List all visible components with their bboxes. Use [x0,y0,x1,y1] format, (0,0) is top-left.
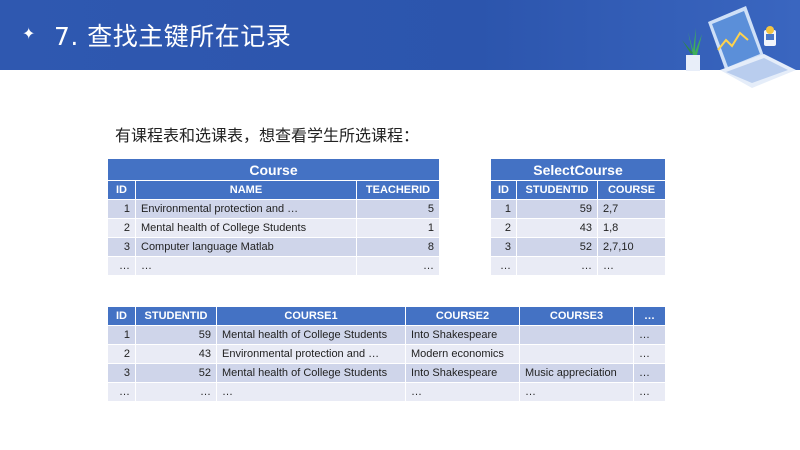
table-row: 2 43 Environmental protection and … Mode… [108,345,665,363]
column-header: TEACHERID [357,181,439,199]
table-row: 3 52 Mental health of College Students I… [108,364,665,382]
cell: … [136,383,216,401]
cell: 1 [357,219,439,237]
cell: … [520,383,633,401]
cell [520,326,633,344]
cell [520,345,633,363]
cell: 52 [517,238,597,256]
cell: 59 [136,326,216,344]
result-table: ID STUDENTID COURSE1 COURSE2 COURSE3 … 1… [107,306,666,402]
cell: … [136,257,356,275]
cell: Environmental protection and … [136,200,356,218]
cell: 3 [491,238,516,256]
column-header: COURSE3 [520,307,633,325]
table-row: 2 Mental health of College Students 1 [108,219,439,237]
cell: … [634,326,665,344]
cell: Modern economics [406,345,519,363]
laptop-illustration-icon [682,6,796,88]
cell: 43 [517,219,597,237]
cell: … [406,383,519,401]
cell: 1 [491,200,516,218]
cell: Music appreciation [520,364,633,382]
cell: Into Shakespeare [406,326,519,344]
cell: … [598,257,665,275]
cell: 2 [491,219,516,237]
cell: Mental health of College Students [136,219,356,237]
course-table: Course ID NAME TEACHERID 1 Environmental… [107,158,440,276]
column-header: STUDENTID [136,307,216,325]
column-header: ID [108,307,135,325]
cell: 52 [136,364,216,382]
column-header: NAME [136,181,356,199]
table-row: 3 52 2,7,10 [491,238,665,256]
cell: Into Shakespeare [406,364,519,382]
cell: Computer language Matlab [136,238,356,256]
table-row: … … … [108,257,439,275]
selectcourse-table: SelectCourse ID STUDENTID COURSE 1 59 2,… [490,158,666,276]
cell: 5 [357,200,439,218]
column-header: ID [108,181,135,199]
column-header: COURSE [598,181,665,199]
slide-title: 7. 查找主键所在记录 [54,22,292,51]
cell: 1,8 [598,219,665,237]
cell: 2 [108,219,135,237]
table-row: 1 Environmental protection and … 5 [108,200,439,218]
column-header: ID [491,181,516,199]
cell: Mental health of College Students [217,326,405,344]
column-header: STUDENTID [517,181,597,199]
cell: 8 [357,238,439,256]
cell: 1 [108,326,135,344]
column-header: COURSE1 [217,307,405,325]
cell: … [108,257,135,275]
cell: … [491,257,516,275]
cell: 3 [108,364,135,382]
cell: 2,7 [598,200,665,218]
cell: 2,7,10 [598,238,665,256]
cell: Environmental protection and … [217,345,405,363]
cell: … [634,364,665,382]
cell: 2 [108,345,135,363]
cell: 59 [517,200,597,218]
cell: … [217,383,405,401]
cell: 1 [108,200,135,218]
table-row: 1 59 Mental health of College Students I… [108,326,665,344]
cell: … [634,345,665,363]
cell: … [357,257,439,275]
column-header: COURSE2 [406,307,519,325]
cell: 3 [108,238,135,256]
cell: 43 [136,345,216,363]
cell: … [634,383,665,401]
cell: … [108,383,135,401]
intro-text: 有课程表和选课表，想查看学生所选课程： [115,126,420,145]
selectcourse-table-caption: SelectCourse [491,159,665,180]
table-row: 1 59 2,7 [491,200,665,218]
table-row: 3 Computer language Matlab 8 [108,238,439,256]
cell: … [517,257,597,275]
column-header: … [634,307,665,325]
cell: Mental health of College Students [217,364,405,382]
sparkle-icon: ✦ [22,26,36,43]
table-row: … … … [491,257,665,275]
table-row: … … … … … … [108,383,665,401]
course-table-caption: Course [108,159,439,180]
table-row: 2 43 1,8 [491,219,665,237]
